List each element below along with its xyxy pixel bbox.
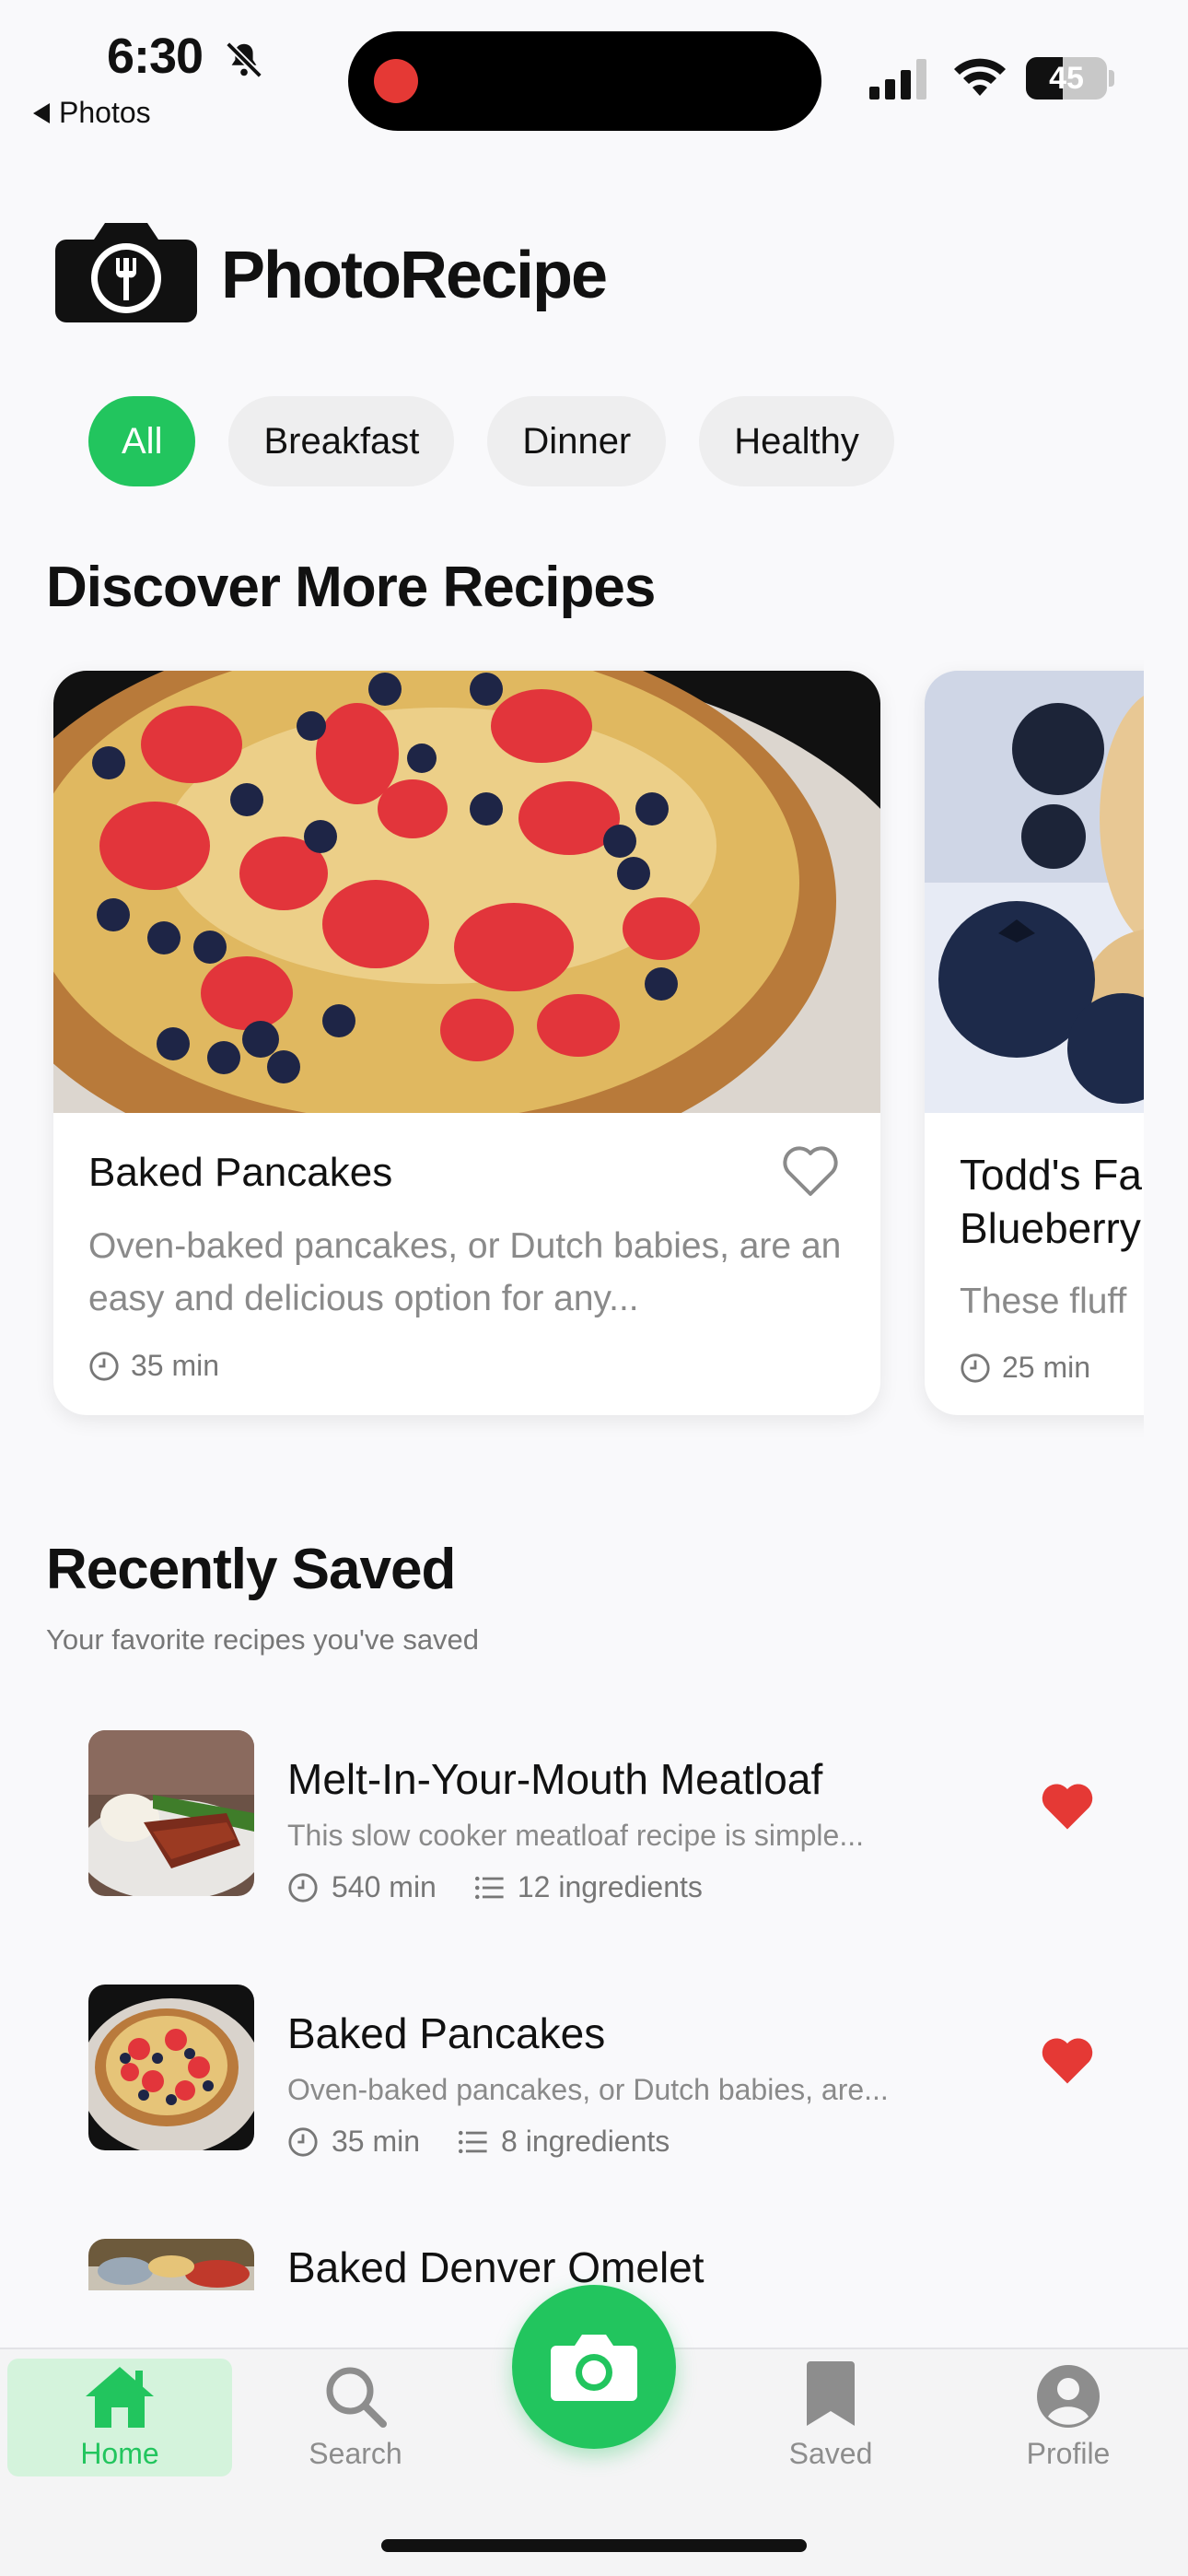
saved-recipe-description: Oven-baked pancakes, or Dutch babies, ar… — [287, 2073, 889, 2106]
dynamic-island — [348, 31, 821, 131]
recipe-card-time: 25 min — [960, 1351, 1090, 1385]
tab-profile[interactable]: Profile — [956, 2359, 1181, 2476]
back-to-photos-link[interactable]: Photos — [33, 96, 151, 130]
tab-home[interactable]: Home — [7, 2359, 232, 2476]
back-label: Photos — [59, 96, 151, 129]
saved-recipe-row[interactable]: Baked Pancakes Oven-baked pancakes, or D… — [88, 1985, 1129, 2158]
tab-search[interactable]: Search — [243, 2359, 468, 2476]
saved-recipe-meta: 540 min 12 ingredients — [287, 1870, 703, 1904]
profile-avatar-icon — [1037, 2365, 1100, 2428]
saved-recipe-title: Baked Pancakes — [287, 2009, 606, 2057]
recipe-card[interactable]: Todd's Fa Blueberry These fluff 25 min — [925, 671, 1144, 1415]
section-title-recently-saved: Recently Saved — [46, 1538, 456, 1601]
clock-icon — [288, 2126, 318, 2157]
saved-recipe-time: 35 min — [332, 2125, 421, 2158]
tab-saved[interactable]: Saved — [718, 2359, 943, 2476]
tab-profile-label: Profile — [1026, 2437, 1111, 2470]
clock-icon — [288, 1872, 318, 1903]
filter-chip-all[interactable]: All — [88, 396, 196, 486]
saved-recipe-title: Melt-In-Your-Mouth Meatloaf — [287, 1755, 823, 1803]
favorite-heart-filled-icon[interactable] — [1041, 1782, 1094, 1832]
battery-indicator: 45 — [1026, 57, 1114, 100]
recipe-card-title: Baked Pancakes — [88, 1150, 393, 1195]
recipe-time-label: 25 min — [1002, 1351, 1091, 1384]
saved-recipe-title: Baked Denver Omelet — [287, 2243, 705, 2290]
app-logo-camera-fork-icon — [55, 223, 197, 322]
saved-recipe-description: This slow cooker meatloaf recipe is simp… — [287, 1819, 864, 1852]
recipe-card-time: 35 min — [88, 1349, 219, 1383]
favorite-heart-filled-icon[interactable] — [1041, 2036, 1094, 2086]
saved-recipe-meta: 35 min 8 ingredients — [287, 2125, 670, 2159]
status-time: 6:30 — [107, 29, 204, 84]
clock-icon — [961, 1352, 990, 1383]
search-icon — [326, 2367, 387, 2428]
clock-icon — [89, 1351, 119, 1381]
recipe-thumbnail-baked-pancakes — [88, 1985, 254, 2150]
recipe-thumbnail-meatloaf — [88, 1730, 254, 1896]
list-icon — [459, 2130, 487, 2153]
tab-search-label: Search — [309, 2437, 402, 2470]
app-title: PhotoRecipe — [221, 239, 608, 312]
recipe-thumbnail-denver-omelet — [88, 2239, 254, 2290]
tab-home-label: Home — [80, 2437, 159, 2470]
saved-recipe-ingredients: 8 ingredients — [501, 2125, 670, 2158]
recording-indicator-icon — [374, 59, 418, 103]
favorite-heart-outline-icon[interactable] — [781, 1144, 840, 1198]
battery-percent: 45 — [1049, 61, 1084, 96]
recipe-time-label: 35 min — [131, 1349, 220, 1382]
camera-capture-button[interactable] — [512, 2285, 676, 2449]
home-indicator — [381, 2539, 807, 2552]
saved-recipe-time: 540 min — [332, 1870, 437, 1903]
home-icon — [86, 2367, 154, 2428]
list-icon — [474, 1876, 504, 1899]
recipe-card-description: Oven-baked pancakes, or Dutch babies, ar… — [88, 1226, 842, 1318]
recipe-image-baked-pancakes — [53, 671, 880, 1113]
saved-recipe-row[interactable]: Baked Denver Omelet — [88, 2239, 1129, 2290]
camera-icon — [551, 2335, 637, 2401]
recipe-card[interactable]: Baked Pancakes Oven-baked pancakes, or D… — [53, 671, 880, 1415]
saved-recipe-ingredients: 12 ingredients — [517, 1870, 703, 1903]
wifi-icon — [954, 58, 1006, 96]
category-filter-bar: All Breakfast Dinner Healthy — [88, 396, 894, 486]
saved-recipe-row[interactable]: Melt-In-Your-Mouth Meatloaf This slow co… — [88, 1730, 1129, 1903]
filter-chip-healthy[interactable]: Healthy — [699, 396, 894, 486]
filter-chip-dinner[interactable]: Dinner — [487, 396, 667, 486]
back-arrow-icon — [33, 102, 50, 123]
cellular-signal-icon — [869, 59, 926, 100]
recipe-card-description: These fluff — [960, 1282, 1127, 1321]
recipe-card-title: Todd's Fa Blueberry — [960, 1151, 1142, 1252]
section-title-discover: Discover More Recipes — [46, 556, 656, 619]
filter-chip-breakfast[interactable]: Breakfast — [228, 396, 455, 486]
recipe-image-blueberry — [925, 671, 1144, 1113]
bookmark-icon — [807, 2361, 855, 2426]
section-subtitle-recently-saved: Your favorite recipes you've saved — [46, 1623, 480, 1656]
bell-muted-icon — [226, 41, 262, 78]
tab-saved-label: Saved — [788, 2437, 873, 2470]
